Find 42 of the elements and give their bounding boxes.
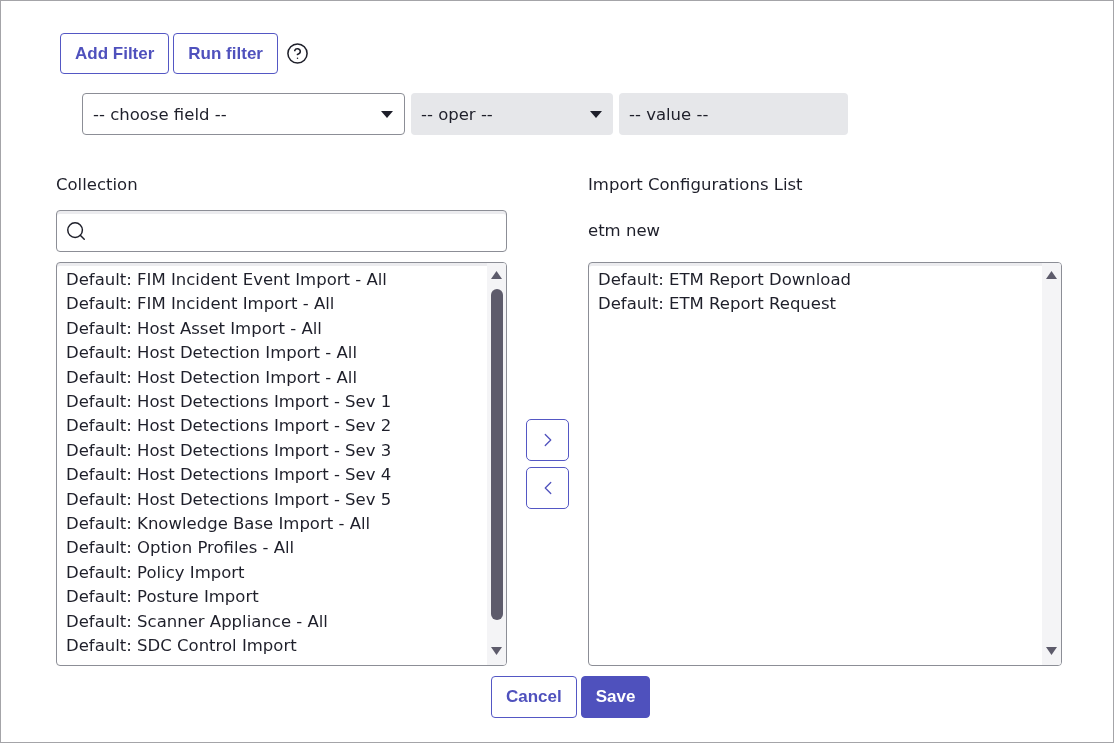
list-item[interactable]: Default: Host Detection Import - All (66, 365, 357, 391)
scrollbar[interactable] (1042, 263, 1061, 665)
list-box[interactable] (56, 262, 507, 666)
caret-icon (381, 110, 393, 118)
list-item[interactable]: Default: Host Detections Import - Sev 5 (66, 487, 392, 513)
list-item[interactable]: Default: Host Detections Import - Sev 4 (66, 463, 392, 488)
list-item[interactable]: Default: SDC Control Import (66, 634, 297, 659)
search-icon (65, 220, 87, 242)
caret-icon (590, 110, 602, 118)
cancel-button[interactable]: Cancel (491, 676, 577, 718)
list-item[interactable]: Default: Host Detections Import - Sev 3 (66, 438, 392, 464)
save-button[interactable]: Save (580, 676, 651, 718)
scroll-up-icon[interactable] (1046, 271, 1057, 279)
section-label: Collection (56, 174, 138, 196)
move-left-button[interactable] (526, 467, 569, 509)
scroll-down-icon[interactable] (491, 647, 502, 655)
list-item[interactable]: Default: FIM Incident Event Import - All (66, 268, 387, 293)
scroll-down-icon[interactable] (1046, 647, 1057, 655)
list-box[interactable]: Default: ETM Report Download Default: ETM Report Request (588, 262, 1062, 666)
list-item[interactable]: Default: ETM Report Download (598, 268, 852, 293)
field-select[interactable]: -- choose field -- (82, 93, 405, 135)
list-item[interactable]: Default: Host Detection Import - All (66, 341, 357, 366)
filter-button[interactable]: Run filter (173, 33, 278, 74)
section-label: Import Configurations List (588, 174, 803, 196)
list-item[interactable]: Default: Option Profiles - All (66, 536, 295, 561)
list-item[interactable]: Default: Scanner Appliance - All (66, 609, 328, 635)
filter-button[interactable]: Add Filter (60, 33, 170, 74)
list-item[interactable]: Default: ETM Report Request (598, 292, 837, 317)
move-right-button[interactable] (526, 419, 569, 461)
help-icon[interactable] (285, 42, 309, 65)
list-item[interactable]: Default: Host Detections Import - Sev 1 (66, 390, 392, 415)
search-field[interactable] (56, 210, 507, 252)
scrollbar[interactable] (487, 263, 506, 665)
list-item[interactable]: Default: Posture Import (66, 585, 259, 610)
configuration-name: etm new (588, 220, 661, 242)
list-item[interactable]: Default: Policy Import (66, 560, 245, 586)
list-item[interactable]: Default: Knowledge Base Import - All (66, 512, 371, 537)
list-item[interactable]: Default: FIM Incident Import - All (66, 292, 335, 317)
list-item[interactable]: Default: Host Detections Import - Sev 2 (66, 414, 392, 439)
list-item[interactable]: Default: Host Asset Import - All (66, 316, 322, 342)
scrollbar-thumb[interactable] (490, 289, 503, 620)
scroll-up-icon[interactable] (491, 271, 502, 279)
